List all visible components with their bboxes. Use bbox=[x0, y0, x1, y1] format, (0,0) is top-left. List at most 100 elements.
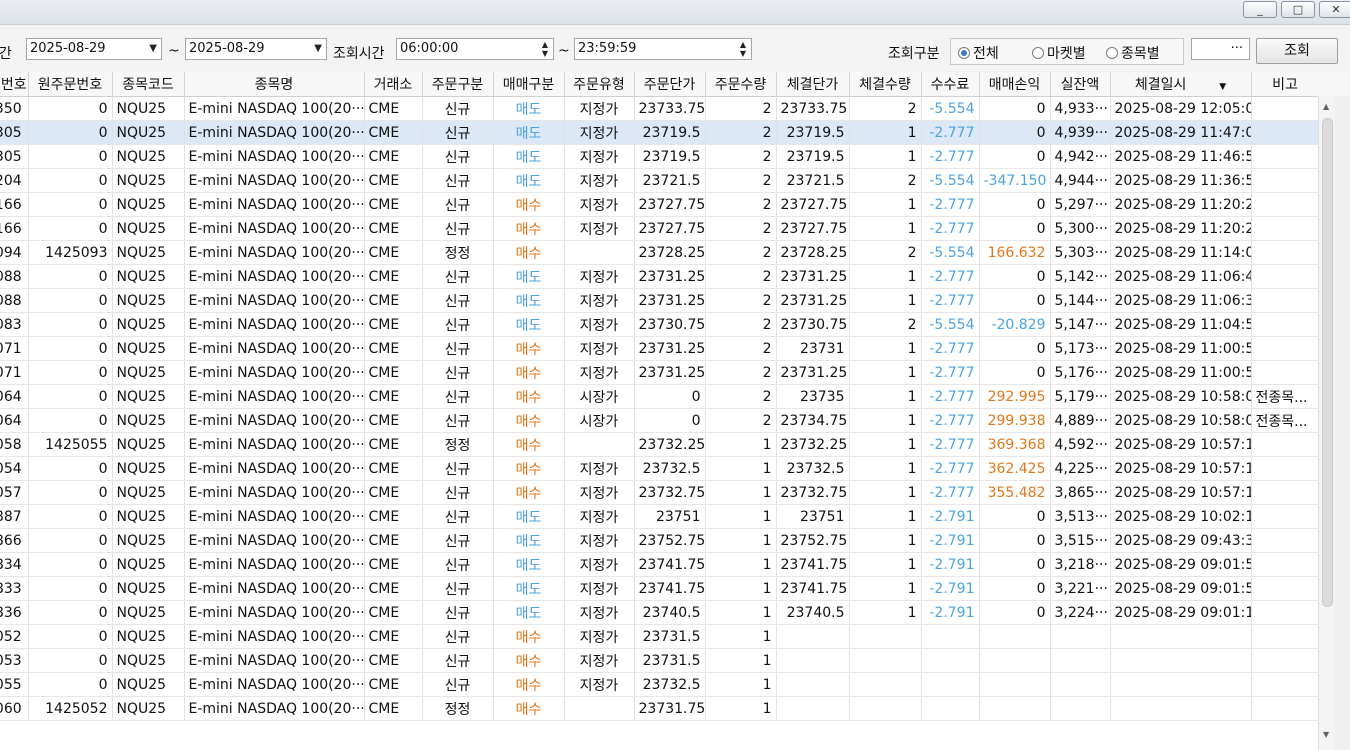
cell-balance: 5,173··· bbox=[1050, 336, 1111, 361]
table-row[interactable]: 53050NQU25E-mini NASDAQ 100(20···CME신규매도… bbox=[0, 120, 1318, 145]
table-row[interactable]: 50830NQU25E-mini NASDAQ 100(20···CME신규매도… bbox=[0, 312, 1318, 337]
date-to-value: 2025-08-29 bbox=[189, 41, 265, 56]
scroll-down-icon[interactable]: ▼ bbox=[1323, 730, 1329, 739]
chevron-down-icon[interactable]: ▼ bbox=[149, 39, 157, 59]
column-header[interactable]: 실잔액 bbox=[1050, 72, 1111, 97]
table-row[interactable]: 50581425055NQU25E-mini NASDAQ 100(20···C… bbox=[0, 432, 1318, 457]
cell-item-code: NQU25 bbox=[112, 216, 185, 241]
column-header[interactable]: 체결단가 bbox=[776, 72, 850, 97]
cell-exchange: CME bbox=[364, 360, 423, 385]
table-row[interactable]: 50570NQU25E-mini NASDAQ 100(20···CME신규매수… bbox=[0, 480, 1318, 505]
date-to-picker[interactable]: 2025-08-29 ▼ bbox=[185, 38, 327, 60]
vertical-scrollbar[interactable]: ▲ ▼ bbox=[1318, 96, 1336, 750]
table-row[interactable]: 48870NQU25E-mini NASDAQ 100(20···CME신규매도… bbox=[0, 504, 1318, 529]
table-row[interactable]: 48330NQU25E-mini NASDAQ 100(20···CME신규매도… bbox=[0, 576, 1318, 601]
cell-order-price: 23727.75 bbox=[634, 192, 706, 217]
time-to-spinner[interactable]: 23:59:59 ▲ ▼ bbox=[574, 38, 752, 60]
table-row[interactable]: 53050NQU25E-mini NASDAQ 100(20···CME신규매도… bbox=[0, 144, 1318, 169]
cell-exchange: CME bbox=[364, 600, 423, 625]
query-button[interactable]: 조회 bbox=[1256, 38, 1338, 64]
cell-order-kind: 신규 bbox=[422, 504, 494, 529]
radio-market[interactable]: 마켓별 bbox=[1032, 43, 1086, 63]
scroll-thumb[interactable] bbox=[1322, 118, 1333, 607]
cell-item-name: E-mini NASDAQ 100(20··· bbox=[184, 504, 365, 529]
cell-order-type: 시장가 bbox=[564, 408, 635, 433]
cell-fill-price: 23731.25 bbox=[776, 360, 850, 385]
date-from-picker[interactable]: 2025-08-29 ▼ bbox=[26, 38, 162, 60]
cell-exchange: CME bbox=[364, 144, 423, 169]
table-row[interactable]: 50520NQU25E-mini NASDAQ 100(20···CME신규매수… bbox=[0, 624, 1318, 649]
cell-balance: 5,303··· bbox=[1050, 240, 1111, 265]
cell-exchange: CME bbox=[364, 240, 423, 265]
table-row[interactable]: 48340NQU25E-mini NASDAQ 100(20···CME신규매도… bbox=[0, 552, 1318, 577]
radio-all[interactable]: 전체 bbox=[958, 43, 999, 63]
cell-trade-side: 매도 bbox=[493, 312, 565, 337]
table-row[interactable]: 50710NQU25E-mini NASDAQ 100(20···CME신규매수… bbox=[0, 360, 1318, 385]
cell-order-type: 지정가 bbox=[564, 312, 635, 337]
column-header[interactable]: 수수료 bbox=[921, 72, 980, 97]
cell-remark bbox=[1251, 552, 1318, 577]
column-header[interactable]: 주문구분 bbox=[422, 72, 494, 97]
cell-order-type bbox=[564, 240, 635, 265]
cell-order-type: 지정가 bbox=[564, 360, 635, 385]
spinner-arrows-icon[interactable]: ▲ ▼ bbox=[540, 40, 550, 58]
column-header[interactable]: 주문유형 bbox=[564, 72, 635, 97]
cell-order-qty: 2 bbox=[705, 96, 777, 121]
cell-pnl: 369.368 bbox=[979, 432, 1051, 457]
table-row[interactable]: 51660NQU25E-mini NASDAQ 100(20···CME신규매수… bbox=[0, 192, 1318, 217]
time-from-spinner[interactable]: 06:00:00 ▲ ▼ bbox=[396, 38, 554, 60]
column-header[interactable]: 주문수량 bbox=[705, 72, 777, 97]
table-row[interactable]: 51660NQU25E-mini NASDAQ 100(20···CME신규매수… bbox=[0, 216, 1318, 241]
cell-exchange: CME bbox=[364, 624, 423, 649]
cell-order-kind: 신규 bbox=[422, 120, 494, 145]
table-row[interactable]: 50880NQU25E-mini NASDAQ 100(20···CME신규매도… bbox=[0, 288, 1318, 313]
maximize-button[interactable]: □ bbox=[1281, 1, 1315, 18]
column-header[interactable]: 번호 bbox=[0, 72, 29, 97]
table-row[interactable]: 50710NQU25E-mini NASDAQ 100(20···CME신규매수… bbox=[0, 336, 1318, 361]
table-row[interactable]: 50640NQU25E-mini NASDAQ 100(20···CME신규매수… bbox=[0, 384, 1318, 409]
table-row[interactable]: 50601425052NQU25E-mini NASDAQ 100(20···C… bbox=[0, 696, 1318, 721]
table-row[interactable]: 50540NQU25E-mini NASDAQ 100(20···CME신규매수… bbox=[0, 456, 1318, 481]
table-row[interactable]: 48360NQU25E-mini NASDAQ 100(20···CME신규매도… bbox=[0, 600, 1318, 625]
chevron-down-icon[interactable]: ▼ bbox=[314, 39, 322, 59]
column-header[interactable]: 원주문번호 bbox=[28, 72, 113, 97]
cell-order-no: 5088 bbox=[0, 264, 29, 289]
column-header[interactable]: 주문단가 bbox=[634, 72, 706, 97]
cell-item-code: NQU25 bbox=[112, 336, 185, 361]
cell-balance: 4,889··· bbox=[1050, 408, 1111, 433]
cell-pnl: 292.995 bbox=[979, 384, 1051, 409]
cell-fill-price bbox=[776, 624, 850, 649]
column-header[interactable]: 종목코드 bbox=[112, 72, 185, 97]
column-header[interactable]: 체결일시 ▼ bbox=[1110, 72, 1252, 97]
column-header[interactable]: 매매손익 bbox=[979, 72, 1051, 97]
column-header-label: 체결일시 bbox=[1134, 77, 1187, 93]
table-row[interactable]: 50550NQU25E-mini NASDAQ 100(20···CME신규매수… bbox=[0, 672, 1318, 697]
cell-item-name: E-mini NASDAQ 100(20··· bbox=[184, 624, 365, 649]
cell-fill-qty: 1 bbox=[849, 120, 922, 145]
column-header[interactable]: 비고 bbox=[1251, 72, 1318, 97]
table-row[interactable]: 53500NQU25E-mini NASDAQ 100(20···CME신규매도… bbox=[0, 96, 1318, 121]
table-row[interactable]: 52040NQU25E-mini NASDAQ 100(20···CME신규매도… bbox=[0, 168, 1318, 193]
table-row[interactable]: 50880NQU25E-mini NASDAQ 100(20···CME신규매도… bbox=[0, 264, 1318, 289]
table-row[interactable]: 50530NQU25E-mini NASDAQ 100(20···CME신규매수… bbox=[0, 648, 1318, 673]
column-header[interactable]: 체결수량 bbox=[849, 72, 922, 97]
table-row[interactable]: 48660NQU25E-mini NASDAQ 100(20···CME신규매도… bbox=[0, 528, 1318, 553]
ellipsis-button[interactable]: ··· bbox=[1191, 38, 1250, 60]
cell-remark bbox=[1251, 216, 1318, 241]
radio-item[interactable]: 종목별 bbox=[1106, 43, 1160, 63]
spinner-arrows-icon[interactable]: ▲ ▼ bbox=[738, 40, 748, 58]
cell-fill-qty: 1 bbox=[849, 216, 922, 241]
table-row[interactable]: 50941425093NQU25E-mini NASDAQ 100(20···C… bbox=[0, 240, 1318, 265]
column-header[interactable]: 거래소 bbox=[364, 72, 423, 97]
sort-desc-icon[interactable]: ▼ bbox=[1216, 82, 1226, 92]
minimize-button[interactable]: _ bbox=[1243, 1, 1277, 18]
table-row[interactable]: 50640NQU25E-mini NASDAQ 100(20···CME신규매수… bbox=[0, 408, 1318, 433]
cell-order-no: 5305 bbox=[0, 144, 29, 169]
column-header[interactable]: 종목명 bbox=[184, 72, 365, 97]
scroll-up-icon[interactable]: ▲ bbox=[1323, 102, 1329, 111]
cell-exchange: CME bbox=[364, 552, 423, 577]
cell-balance: 3,218··· bbox=[1050, 552, 1111, 577]
cell-trade-side: 매도 bbox=[493, 264, 565, 289]
column-header[interactable]: 매매구분 bbox=[493, 72, 565, 97]
close-button[interactable]: ✕ bbox=[1319, 1, 1350, 18]
